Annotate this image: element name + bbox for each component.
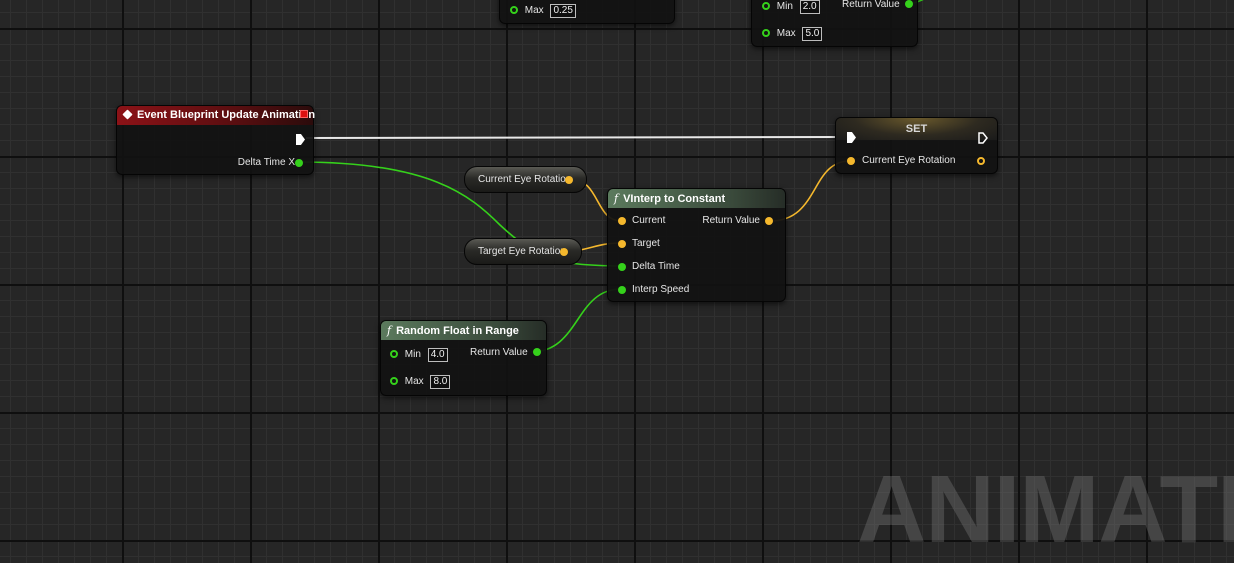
graph-type-watermark: ANIMATIO <box>857 456 1234 563</box>
max-value-field[interactable]: 0.25 <box>550 4 576 18</box>
min-row: Min 2.0 <box>762 0 820 14</box>
function-icon: f <box>614 192 619 205</box>
float-pin-icon[interactable] <box>533 348 542 356</box>
vector-out-pin-icon[interactable] <box>977 157 985 165</box>
var-label: Current Eye Rotation <box>862 155 956 166</box>
float-pin-icon[interactable] <box>390 350 398 358</box>
float-pin-icon[interactable] <box>618 263 626 271</box>
return-label: Return Value <box>470 347 528 358</box>
vector-pin-icon[interactable] <box>560 248 568 256</box>
min-value-field[interactable]: 4.0 <box>427 348 448 362</box>
min-value-field[interactable]: 2.0 <box>799 0 820 14</box>
delta-label: Delta Time <box>632 261 680 272</box>
event-update-animation-node[interactable]: Event Blueprint Update Animation Delta T… <box>116 105 316 175</box>
partial-node-top-left[interactable]: Max 0.25 <box>499 0 675 24</box>
max-value-field[interactable]: 5.0 <box>802 27 823 41</box>
float-pin-icon[interactable] <box>762 29 770 37</box>
return-label: Return Value <box>842 0 900 10</box>
float-pin-icon[interactable] <box>510 6 518 14</box>
float-pin-icon[interactable] <box>905 0 914 8</box>
var-label: Target Eye Rotation <box>478 246 566 257</box>
delta-label: Delta Time X <box>237 157 295 168</box>
var-label: Current Eye Rotation <box>478 174 572 185</box>
return-label: Return Value <box>702 215 760 226</box>
min-row: Min 4.0 <box>390 348 448 362</box>
max-label: Max <box>404 376 424 387</box>
function-icon: f <box>387 324 392 337</box>
get-current-eye-rotation-node[interactable]: Current Eye Rotation <box>464 166 587 193</box>
exec-out-pin-icon[interactable] <box>978 132 988 144</box>
vector-pin-icon[interactable] <box>847 157 855 165</box>
node-header: f VInterp to Constant <box>608 189 785 208</box>
node-title: Event Blueprint Update Animation <box>137 109 316 121</box>
float-pin-icon[interactable] <box>295 159 303 167</box>
min-label: Min <box>404 349 421 360</box>
max-row: Max 8.0 <box>390 375 451 389</box>
min-label: Min <box>776 1 793 12</box>
return-row: Return Value <box>470 346 542 360</box>
node-title: VInterp to Constant <box>623 193 726 205</box>
float-pin-icon[interactable] <box>390 377 398 385</box>
vector-pin-icon[interactable] <box>565 176 573 184</box>
return-row: Return Value <box>842 0 914 12</box>
max-label: Max <box>776 28 796 39</box>
close-square-icon <box>300 110 308 118</box>
max-row: Max 5.0 <box>762 27 823 41</box>
vector-pin-icon[interactable] <box>618 240 626 248</box>
random-float-in-range-node[interactable]: f Random Float in Range Min 4.0 Return Va… <box>380 320 547 396</box>
node-title: Random Float in Range <box>396 325 519 337</box>
set-node[interactable]: SET Current Eye Rotation <box>835 117 998 174</box>
node-header: SET <box>836 118 997 140</box>
max-label: Max <box>524 5 544 16</box>
exec-out-pin-icon[interactable] <box>296 134 305 145</box>
max-value-field[interactable]: 8.0 <box>430 375 451 389</box>
get-target-eye-rotation-node[interactable]: Target Eye Rotation <box>464 238 582 265</box>
max-row: Max 0.25 <box>510 4 576 18</box>
speed-label: Interp Speed <box>632 284 690 295</box>
event-diamond-icon <box>122 109 133 120</box>
partial-node-top-right[interactable]: Min 2.0 Return Value Max 5.0 <box>751 0 918 47</box>
vector-pin-icon[interactable] <box>618 217 626 225</box>
node-header: Event Blueprint Update Animation <box>117 106 316 125</box>
target-label: Target <box>632 238 660 249</box>
node-header: f Random Float in Range <box>381 321 546 340</box>
vector-pin-icon[interactable] <box>765 217 773 225</box>
float-pin-icon[interactable] <box>762 2 770 10</box>
exec-wire <box>305 136 847 139</box>
current-label: Current <box>632 215 666 226</box>
float-pin-icon[interactable] <box>618 286 626 294</box>
vinterp-to-constant-node[interactable]: f VInterp to Constant Current Return Valu… <box>607 188 786 302</box>
